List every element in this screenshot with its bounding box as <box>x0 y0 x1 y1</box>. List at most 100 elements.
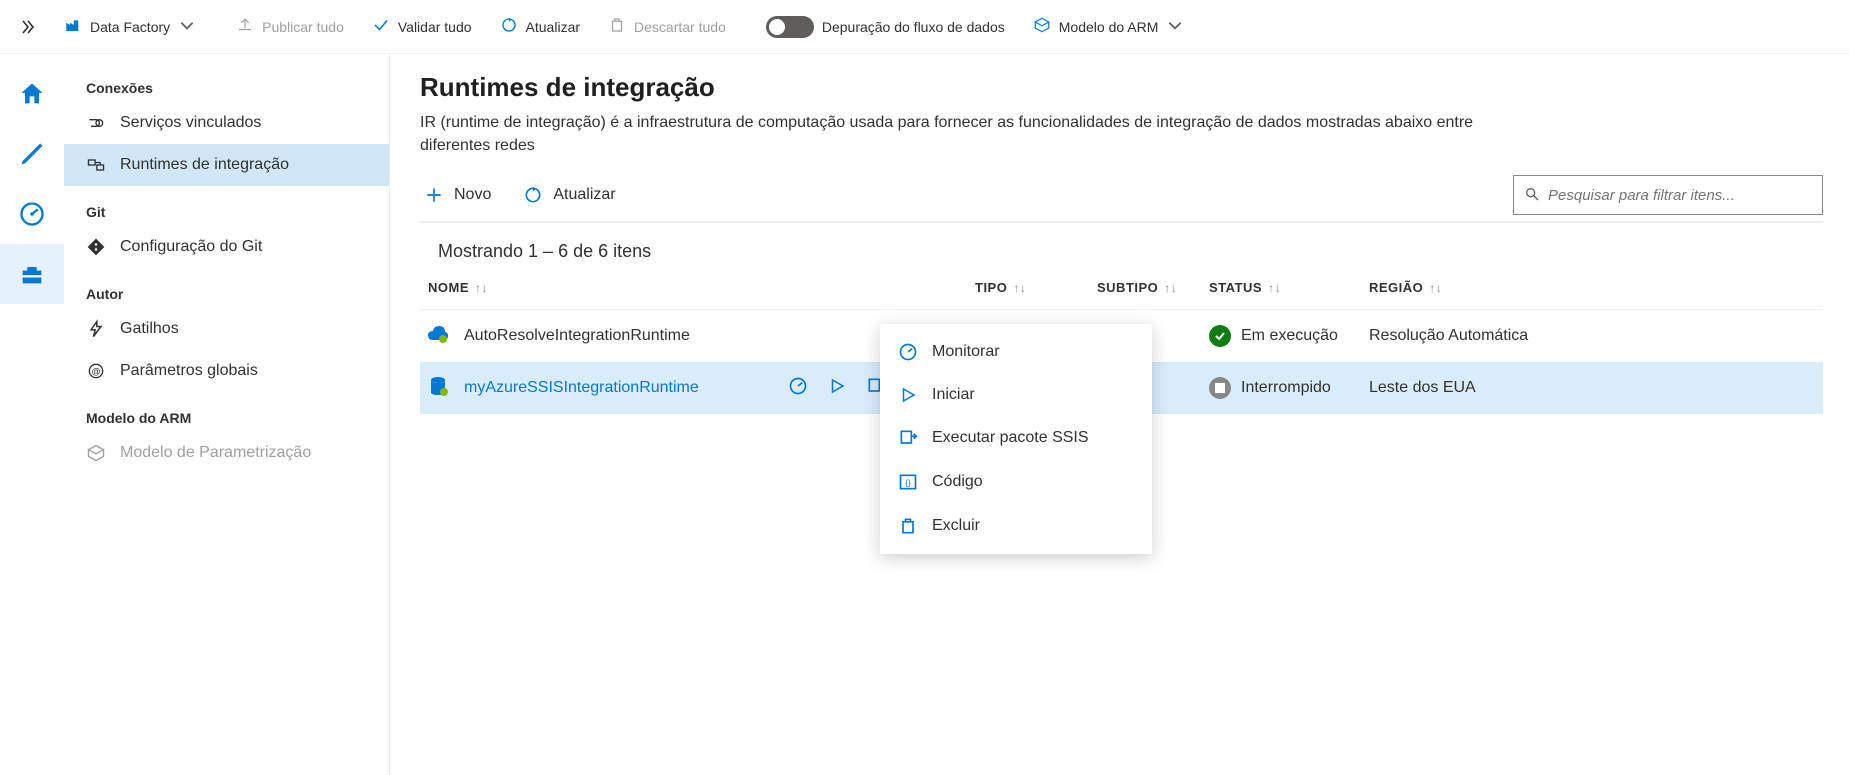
runtime-status: Em execução <box>1209 325 1369 347</box>
plus-icon <box>424 185 444 205</box>
chevron-down-icon <box>1166 16 1184 37</box>
result-count: Mostrando 1 – 6 de 6 itens <box>420 223 1823 270</box>
refresh-icon <box>523 185 543 205</box>
col-type-header[interactable]: TIPO ↑↓ <box>975 280 1097 295</box>
runtime-name: AutoResolveIntegrationRuntime <box>464 327 690 345</box>
publish-all-label: Publicar tudo <box>262 19 344 35</box>
upload-icon <box>236 16 254 37</box>
sort-icon: ↑↓ <box>1164 284 1177 292</box>
sidebar-item-param-model[interactable]: Modelo de Parametrização <box>64 432 389 474</box>
table-header: NOME ↑↓ TIPO ↑↓ SUBTIPO ↑↓ STATUS ↑↓ REG… <box>420 270 1823 310</box>
ctx-monitor[interactable]: Monitorar <box>880 330 1152 374</box>
debug-flow-label: Depuração do fluxo de dados <box>822 19 1005 35</box>
expand-pane-button[interactable] <box>8 0 48 54</box>
section-connections: Conexões <box>64 62 389 102</box>
ctx-monitor-label: Monitorar <box>932 343 1000 361</box>
ctx-delete-label: Excluir <box>932 517 980 535</box>
git-icon <box>86 237 106 257</box>
code-icon: {} <box>898 472 918 492</box>
section-author: Autor <box>64 268 389 308</box>
execute-ssis-icon <box>898 428 918 448</box>
publish-all-button[interactable]: Publicar tudo <box>224 0 356 53</box>
svg-text:{}: {} <box>905 477 911 487</box>
sidebar-item-git-config[interactable]: Configuração do Git <box>64 226 389 268</box>
home-icon <box>18 80 46 108</box>
ctx-delete[interactable]: Excluir <box>880 504 1152 548</box>
linked-services-icon <box>86 113 106 133</box>
sort-icon: ↑↓ <box>475 284 488 292</box>
status-ok-icon <box>1209 325 1231 347</box>
triggers-label: Gatilhos <box>120 320 179 338</box>
status-stopped-icon <box>1209 377 1231 399</box>
gauge-icon <box>18 200 46 228</box>
toolbox-icon <box>18 260 46 288</box>
runtime-region: Leste dos EUA <box>1369 379 1476 397</box>
search-input[interactable] <box>1548 187 1812 204</box>
main-content: Runtimes de integração IR (runtime de in… <box>390 54 1849 775</box>
sidebar-item-triggers[interactable]: Gatilhos <box>64 308 389 350</box>
toggle-switch-icon <box>766 16 814 38</box>
sidebar-item-integration-runtimes[interactable]: Runtimes de integração <box>64 144 389 186</box>
discard-all-button[interactable]: Descartar tudo <box>596 0 738 53</box>
context-menu: Monitorar Iniciar Executar pacote SSIS {… <box>880 324 1152 554</box>
refresh-icon <box>500 16 518 37</box>
action-bar: Novo Atualizar <box>420 171 1823 223</box>
monitor-icon[interactable] <box>788 376 808 401</box>
debug-flow-toggle[interactable]: Depuração do fluxo de dados <box>754 0 1017 53</box>
col-subtype-header[interactable]: SUBTIPO ↑↓ <box>1097 280 1209 295</box>
nav-monitor[interactable] <box>0 184 64 244</box>
search-box[interactable] <box>1513 175 1823 215</box>
param-model-label: Modelo de Parametrização <box>120 444 311 462</box>
top-toolbar: Data Factory Publicar tudo Validar tudo … <box>0 0 1849 54</box>
linked-services-label: Serviços vinculados <box>120 114 261 132</box>
section-git: Git <box>64 186 389 226</box>
cube-icon <box>86 443 106 463</box>
database-icon <box>426 374 450 403</box>
ctx-code[interactable]: {} Código <box>880 460 1152 504</box>
ctx-execute-ssis[interactable]: Executar pacote SSIS <box>880 416 1152 460</box>
arm-template-label: Modelo do ARM <box>1059 19 1159 35</box>
nav-manage[interactable] <box>0 244 64 304</box>
new-button-label: Novo <box>454 186 491 204</box>
col-region-header[interactable]: REGIÃO ↑↓ <box>1369 280 1442 295</box>
sort-icon: ↑↓ <box>1429 284 1442 292</box>
ctx-start[interactable]: Iniciar <box>880 374 1152 416</box>
col-name-header[interactable]: NOME ↑↓ <box>420 280 975 295</box>
pencil-icon <box>18 140 46 168</box>
data-factory-selector[interactable]: Data Factory <box>52 0 208 53</box>
refresh-label: Atualizar <box>526 19 580 35</box>
chevron-down-icon <box>178 16 196 37</box>
trash-icon <box>898 516 918 536</box>
play-icon[interactable] <box>828 377 846 400</box>
sidebar-item-global-params[interactable]: @ Parâmetros globais <box>64 350 389 392</box>
globe-at-icon: @ <box>86 361 106 381</box>
page-description: IR (runtime de integração) é a infraestr… <box>420 111 1520 157</box>
trash-icon <box>608 16 626 37</box>
refresh-button[interactable]: Atualizar <box>488 0 592 53</box>
page-title: Runtimes de integração <box>420 72 1823 103</box>
refresh-list-label: Atualizar <box>553 186 615 204</box>
new-button[interactable]: Novo <box>420 179 495 211</box>
section-arm: Modelo do ARM <box>64 392 389 432</box>
arm-template-menu[interactable]: Modelo do ARM <box>1021 0 1197 53</box>
data-factory-label: Data Factory <box>90 19 170 35</box>
chevron-double-right-icon <box>20 19 36 35</box>
runtime-status: Interrompido <box>1209 377 1369 399</box>
sort-icon: ↑↓ <box>1013 284 1026 292</box>
runtime-region: Resolução Automática <box>1369 327 1528 345</box>
svg-text:@: @ <box>91 366 100 376</box>
check-icon <box>372 16 390 37</box>
sidebar: Conexões Serviços vinculados Runtimes de… <box>64 54 390 775</box>
refresh-list-button[interactable]: Atualizar <box>519 179 619 211</box>
cube-icon <box>1033 16 1051 37</box>
nav-home[interactable] <box>0 64 64 124</box>
nav-author[interactable] <box>0 124 64 184</box>
sort-icon: ↑↓ <box>1268 284 1281 292</box>
runtime-name: myAzureSSISIntegrationRuntime <box>464 379 699 397</box>
nav-rail <box>0 54 64 775</box>
validate-all-button[interactable]: Validar tudo <box>360 0 484 53</box>
col-status-header[interactable]: STATUS ↑↓ <box>1209 280 1369 295</box>
integration-runtimes-icon <box>86 155 106 175</box>
sidebar-item-linked-services[interactable]: Serviços vinculados <box>64 102 389 144</box>
global-params-label: Parâmetros globais <box>120 362 258 380</box>
